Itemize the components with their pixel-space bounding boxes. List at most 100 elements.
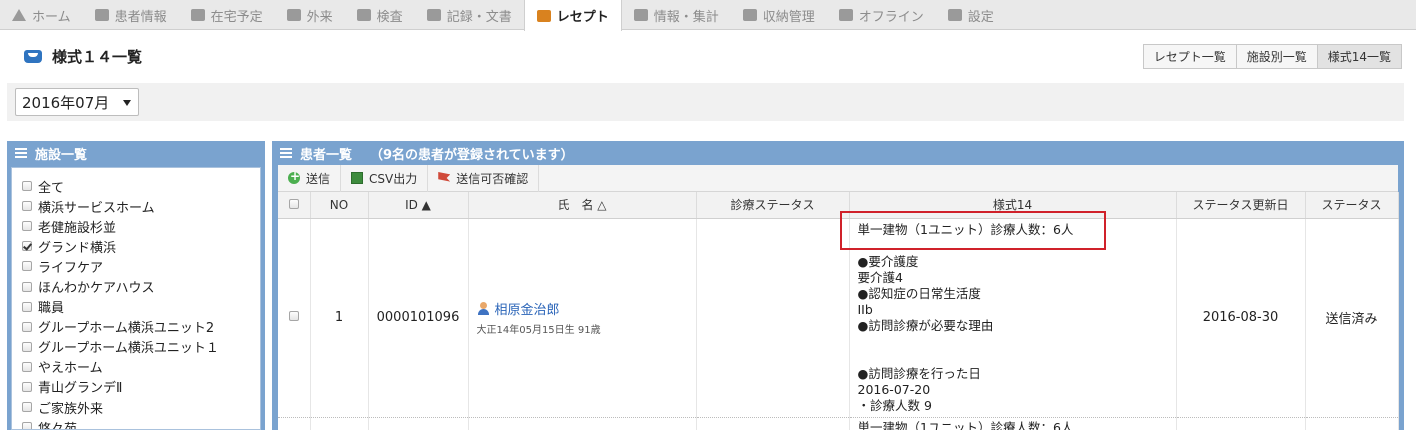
- facility-item[interactable]: グループホーム横浜ユニット１: [12, 337, 260, 357]
- nav-tab-6[interactable]: レセプト: [523, 0, 622, 31]
- add-circle-icon: [288, 169, 300, 184]
- facility-label: ライフケア: [38, 260, 104, 276]
- facility-label: 職員: [38, 301, 65, 317]
- facility-item[interactable]: 全て: [12, 176, 260, 196]
- facility-checkbox[interactable]: [22, 281, 32, 292]
- nav-tab-7[interactable]: 情報・集計: [622, 0, 731, 30]
- month-select[interactable]: 2016年07月: [15, 88, 139, 116]
- facility-checkbox[interactable]: [22, 381, 32, 392]
- facility-checkbox[interactable]: [22, 402, 32, 413]
- table-row[interactable]: 単一建物（1ユニット）診療人数：6人: [278, 417, 1399, 430]
- yoshiki-line: ●認知症の日常生活度: [857, 285, 981, 301]
- select-all-header: [278, 192, 311, 219]
- home-icon: [12, 9, 26, 21]
- facility-checkbox[interactable]: [22, 261, 32, 272]
- nav-tab-2[interactable]: 在宅予定: [179, 0, 275, 30]
- col-header-send-status: ステータス: [1305, 192, 1399, 219]
- facility-item[interactable]: ほんわかケアハウス: [12, 276, 260, 296]
- facility-checkbox[interactable]: [22, 341, 32, 352]
- patient-list-body: 送信 CSV出力 送信可否確認 NO ID ▲ 氏 名 △: [278, 164, 1399, 430]
- nav-tab-9[interactable]: オフライン: [827, 0, 936, 30]
- yoshiki-line: ●要介護度: [857, 253, 919, 269]
- clock-icon: [190, 9, 205, 21]
- patient-panel-header: 患者一覧 （9名の患者が登録されています）: [272, 141, 1404, 165]
- nav-tab-label: レセプト: [556, 10, 609, 25]
- facility-label: 横浜サービスホーム: [38, 200, 155, 216]
- page-title: 様式１４一覧: [24, 46, 142, 67]
- facility-checkbox[interactable]: [22, 221, 32, 232]
- nav-tab-1[interactable]: 患者情報: [83, 0, 179, 30]
- send-check-button[interactable]: 送信可否確認: [428, 164, 540, 192]
- patient-panel-title: 患者一覧: [300, 147, 353, 163]
- nav-tab-4[interactable]: 検査: [345, 0, 415, 30]
- facility-item[interactable]: グループホーム横浜ユニット2: [12, 317, 260, 337]
- facility-item[interactable]: 青山グランデⅡ: [12, 377, 260, 397]
- facility-checkbox[interactable]: [22, 241, 32, 252]
- facility-item[interactable]: 横浜サービスホーム: [12, 196, 260, 216]
- select-all-checkbox[interactable]: [288, 198, 299, 209]
- facility-item[interactable]: 悠々苑: [12, 417, 260, 429]
- inbox-icon: [24, 50, 42, 63]
- nav-tab-label: ホーム: [32, 9, 71, 25]
- facility-panel-title: 施設一覧: [35, 147, 88, 163]
- col-header-name[interactable]: 氏 名 △: [468, 192, 697, 219]
- facility-checkbox[interactable]: [22, 361, 32, 372]
- csv-export-button[interactable]: CSV出力: [341, 164, 429, 192]
- nav-tab-label: 検査: [376, 9, 403, 25]
- row-status: [696, 218, 850, 418]
- wallet-icon: [742, 9, 757, 21]
- nav-tab-label: 記録・文書: [446, 9, 512, 25]
- facility-checkbox[interactable]: [22, 181, 32, 192]
- nav-tab-label: オフライン: [858, 9, 924, 25]
- person-icon: [477, 302, 490, 315]
- nav-tab-label: 情報・集計: [653, 9, 719, 25]
- month-bar: 2016年07月: [7, 83, 1404, 121]
- row-name-cell: 相原金治郎 大正14年05月15日生 91歳: [468, 218, 697, 418]
- facility-label: やえホーム: [38, 361, 103, 377]
- table-row[interactable]: 1 0000101096 相原金治郎 大正14年05月15日生 91歳 単一建物…: [278, 218, 1399, 418]
- facility-label: グループホーム横浜ユニット2: [38, 321, 215, 337]
- facility-list[interactable]: 全て横浜サービスホーム 老健施設杉並グランド横浜 ライフケア ほんわかケアハウス職員グ…: [11, 167, 261, 430]
- row-no: 1: [310, 218, 369, 418]
- col-header-id[interactable]: ID ▲: [368, 192, 469, 219]
- facility-checkbox[interactable]: [22, 301, 32, 312]
- row-send-status: 送信済み: [1305, 218, 1399, 418]
- nav-tab-3[interactable]: 外来: [275, 0, 345, 30]
- yoshiki-line: ●訪問診療を行った日: [857, 365, 981, 381]
- facility-list-button[interactable]: 施設別一覧: [1235, 44, 1318, 69]
- facility-label: ご家族外来: [38, 401, 104, 417]
- wrench-icon: [94, 9, 109, 21]
- receipt-list-button[interactable]: レセプト一覧: [1142, 44, 1237, 69]
- facility-checkbox[interactable]: [22, 422, 32, 429]
- yoshiki-line: [858, 334, 1176, 350]
- nav-tab-10[interactable]: 設定: [936, 0, 1006, 30]
- nav-tab-label: 設定: [967, 9, 994, 25]
- row-updated: [1176, 417, 1306, 430]
- nav-tab-0[interactable]: ホーム: [0, 0, 83, 30]
- facility-item[interactable]: ご家族外来: [12, 397, 260, 417]
- facility-item[interactable]: やえホーム: [12, 357, 260, 377]
- facility-label: グランド横浜: [38, 240, 117, 256]
- row-select-cell: [278, 218, 311, 418]
- patient-table: NO ID ▲ 氏 名 △ 診療ステータス 様式14 ステータス更新日 ステータ…: [278, 192, 1399, 430]
- row-checkbox[interactable]: [288, 311, 299, 321]
- facility-item[interactable]: 老健施設杉並: [12, 216, 260, 236]
- facility-item[interactable]: グランド横浜: [12, 236, 260, 256]
- print-icon: [633, 9, 648, 21]
- main-nav: ホーム 患者情報 在宅予定 外来 検査 記録・文書 レセプト 情報・集計 収納管理 オフライン 設定: [0, 0, 1416, 31]
- facility-checkbox[interactable]: [22, 201, 32, 212]
- nav-tab-8[interactable]: 収納管理: [731, 0, 827, 30]
- send-label: 送信: [306, 171, 331, 186]
- facility-item[interactable]: 職員: [12, 297, 260, 317]
- yoshiki-line: 2016-07-20: [857, 381, 931, 397]
- yoshiki14-list-button[interactable]: 様式14一覧: [1316, 44, 1402, 69]
- facility-checkbox[interactable]: [22, 321, 32, 332]
- facility-label: グループホーム横浜ユニット１: [38, 341, 219, 357]
- nav-tab-5[interactable]: 記録・文書: [415, 0, 524, 30]
- patient-toolbar: 送信 CSV出力 送信可否確認: [278, 164, 1398, 192]
- plug-icon: [838, 9, 853, 21]
- send-button[interactable]: 送信: [278, 164, 342, 192]
- row-select-cell: [278, 417, 311, 430]
- facility-item[interactable]: ライフケア: [12, 256, 260, 276]
- patient-name-link[interactable]: 相原金治郎: [477, 299, 696, 318]
